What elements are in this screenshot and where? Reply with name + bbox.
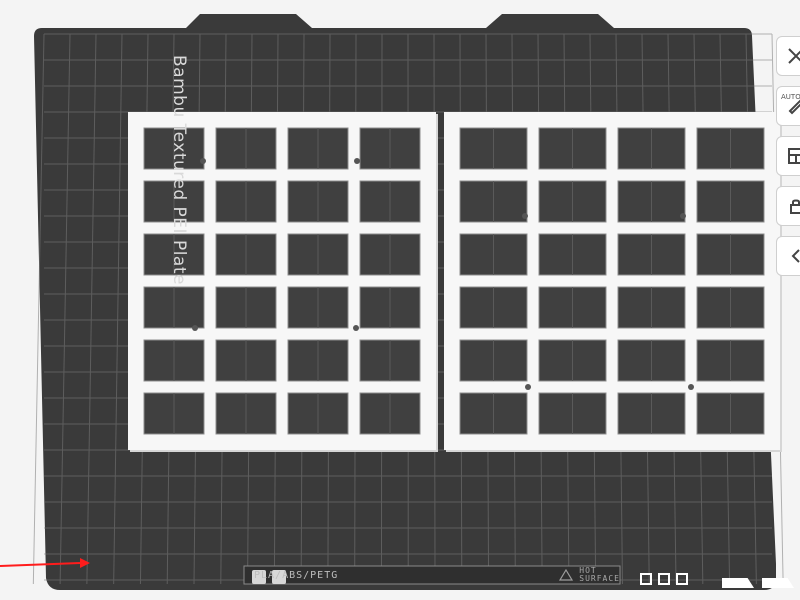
close-button[interactable] <box>776 36 800 76</box>
plate-type-label: Bambu Textured PEI Plate <box>168 55 189 285</box>
object-left-hole <box>192 325 198 331</box>
close-icon <box>785 45 800 67</box>
chevron-left-icon <box>785 245 800 267</box>
build-plate-viewport[interactable]: Bambu Textured PEI Plate AUTO PLA/ABS/PE… <box>0 0 800 600</box>
object-right-hole <box>680 213 686 219</box>
layout-icon <box>785 145 800 167</box>
object-left-hole <box>354 158 360 164</box>
material-types-label: PLA/ABS/PETG <box>254 569 339 581</box>
object-left-hole <box>353 325 359 331</box>
plate-render <box>0 14 784 590</box>
corner-tab-1 <box>722 578 754 588</box>
object-right-hole <box>688 384 694 390</box>
auto-label: AUTO <box>781 93 800 101</box>
corner-tab-2 <box>762 578 794 588</box>
lock-icon <box>785 195 800 217</box>
square-icon <box>658 573 670 585</box>
upload-icon-2 <box>676 573 688 585</box>
warning-icon <box>559 569 574 581</box>
footer-icons <box>640 573 688 585</box>
object-left-hole <box>200 158 206 164</box>
object-right-hole <box>525 384 531 390</box>
right-toolbar: AUTO <box>776 36 800 276</box>
plate-footer: PLA/ABS/PETG HOT SURFACE <box>248 566 620 584</box>
hot-line-2: SURFACE <box>579 574 620 583</box>
lock-button[interactable] <box>776 186 800 226</box>
hot-surface-warning: HOT SURFACE <box>559 567 620 583</box>
upload-icon <box>640 573 652 585</box>
corner-tabs <box>722 578 794 588</box>
auto-orient-button[interactable]: AUTO <box>776 86 800 126</box>
object-right-hole <box>522 213 528 219</box>
layout-button[interactable] <box>776 136 800 176</box>
collapse-button[interactable] <box>776 236 800 276</box>
